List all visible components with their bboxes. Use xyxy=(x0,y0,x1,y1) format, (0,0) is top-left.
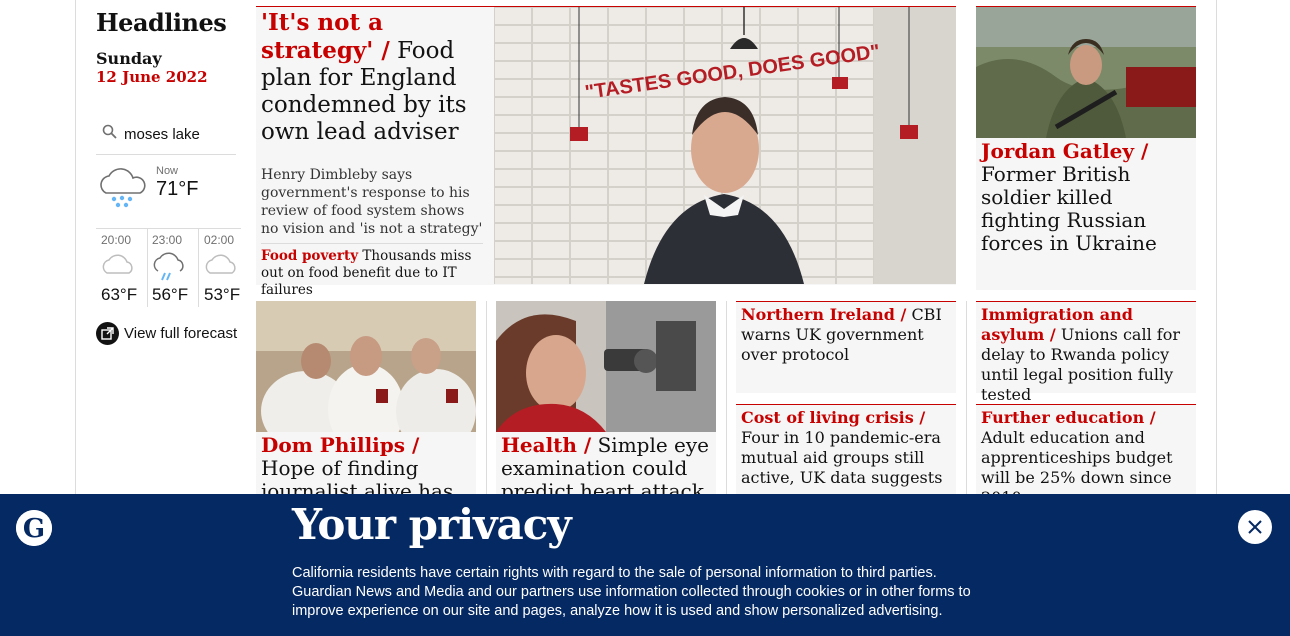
fe-story-card[interactable]: Further education / Adult education and … xyxy=(976,404,1196,495)
location-search[interactable]: moses lake xyxy=(96,120,236,155)
phillips-story-title: Hope of finding journalist alive has gon… xyxy=(261,456,454,495)
headlines-sidebar: Headlines Sunday 12 June 2022 moses lake… xyxy=(96,0,241,345)
health-story-card[interactable]: Health / Simple eye examination could pr… xyxy=(496,301,716,494)
date-value: 12 June 2022 xyxy=(96,68,208,86)
health-story-kicker: Health / xyxy=(501,433,592,457)
privacy-banner: G Your privacy California residents have… xyxy=(0,494,1290,636)
protest-photo[interactable] xyxy=(256,301,476,432)
main-story-text: 'It's not a strategy' / Food plan for En… xyxy=(261,7,486,238)
view-forecast-label: View full forecast xyxy=(124,325,238,342)
forecast-item: 02:00 53°F xyxy=(199,229,249,307)
cloud-icon xyxy=(100,251,134,282)
ni-story-headline[interactable]: Northern Ireland / CBI warns UK governme… xyxy=(736,302,956,368)
date-day: Sunday xyxy=(96,49,162,68)
immigration-story-card[interactable]: Immigration and asylum / Unions call for… xyxy=(976,301,1196,404)
external-link-icon xyxy=(96,322,119,345)
forecast-item: 20:00 63°F xyxy=(96,229,146,307)
fe-story-kicker: Further education / xyxy=(981,408,1156,427)
forecast-strip: 20:00 63°F 23:00 56°F 02:00 53°F xyxy=(96,228,241,307)
phillips-story-card[interactable]: Dom Phillips / Hope of finding journalis… xyxy=(256,301,476,494)
health-story-headline[interactable]: Health / Simple eye examination could pr… xyxy=(496,432,716,495)
forecast-temp: 63°F xyxy=(101,285,138,304)
ni-story-card[interactable]: Northern Ireland / CBI warns UK governme… xyxy=(736,301,956,393)
main-story-kicker: 'It's not a strategy' / xyxy=(261,9,390,64)
main-story-card[interactable]: 'It's not a strategy' / Food plan for En… xyxy=(256,6,956,298)
eye-exam-photo[interactable] xyxy=(496,301,716,432)
cost-story-title: Four in 10 pandemic-era mutual aid group… xyxy=(741,428,943,487)
forecast-temp: 56°F xyxy=(152,285,189,304)
forecast-time: 02:00 xyxy=(204,233,235,247)
now-temperature: 71°F xyxy=(156,178,199,200)
divider xyxy=(486,301,487,494)
ukraine-story-card[interactable]: Jordan Gatley / Former British soldier k… xyxy=(976,6,1196,290)
fe-story-title: Adult education and apprenticeships budg… xyxy=(981,428,1173,495)
ukraine-story-title: Former British soldier killed fighting R… xyxy=(981,162,1157,255)
fe-story-headline[interactable]: Further education / Adult education and … xyxy=(976,405,1196,495)
forecast-item: 23:00 56°F xyxy=(147,229,197,307)
forecast-time: 20:00 xyxy=(101,233,132,247)
divider xyxy=(966,301,967,494)
cost-story-headline[interactable]: Cost of living crisis / Four in 10 pande… xyxy=(736,405,956,491)
immigration-story-headline[interactable]: Immigration and asylum / Unions call for… xyxy=(976,302,1196,408)
phillips-story-kicker: Dom Phillips / xyxy=(261,433,420,457)
divider xyxy=(726,301,727,494)
ukraine-story-kicker: Jordan Gatley / xyxy=(981,139,1149,163)
close-icon xyxy=(1238,520,1272,548)
snow-cloud-icon xyxy=(96,165,148,213)
section-title: Headlines xyxy=(96,8,227,37)
cost-story-kicker: Cost of living crisis / xyxy=(741,408,926,427)
soldier-photo[interactable] xyxy=(976,7,1196,138)
current-weather: Now 71°F xyxy=(96,165,236,225)
cloud-icon xyxy=(203,251,237,282)
forecast-temp: 53°F xyxy=(204,285,241,304)
guardian-logo-icon: G xyxy=(16,510,52,546)
search-icon xyxy=(102,124,118,144)
main-story-standfirst: Henry Dimbleby says government's respons… xyxy=(261,167,483,237)
ni-story-kicker: Northern Ireland / xyxy=(741,305,907,324)
privacy-title: Your privacy xyxy=(292,500,572,549)
svg-text:G: G xyxy=(23,514,45,544)
rain-cloud-icon xyxy=(151,251,185,286)
sublink-kicker: Food poverty xyxy=(261,248,359,264)
phillips-story-headline[interactable]: Dom Phillips / Hope of finding journalis… xyxy=(256,432,476,495)
sublink[interactable]: Food poverty Thousands miss out on food … xyxy=(261,243,483,299)
forecast-time: 23:00 xyxy=(152,233,183,247)
main-story-headline[interactable]: 'It's not a strategy' / Food plan for En… xyxy=(261,9,486,146)
close-button[interactable] xyxy=(1238,510,1272,544)
main-story-photo[interactable]: "TASTES GOOD, DOES GOOD" xyxy=(494,7,956,284)
privacy-text: California residents have certain rights… xyxy=(292,565,971,619)
ukraine-story-headline[interactable]: Jordan Gatley / Former British soldier k… xyxy=(981,140,1191,255)
now-label: Now xyxy=(156,165,179,177)
cost-story-card[interactable]: Cost of living crisis / Four in 10 pande… xyxy=(736,404,956,495)
location-text: moses lake xyxy=(124,126,200,143)
